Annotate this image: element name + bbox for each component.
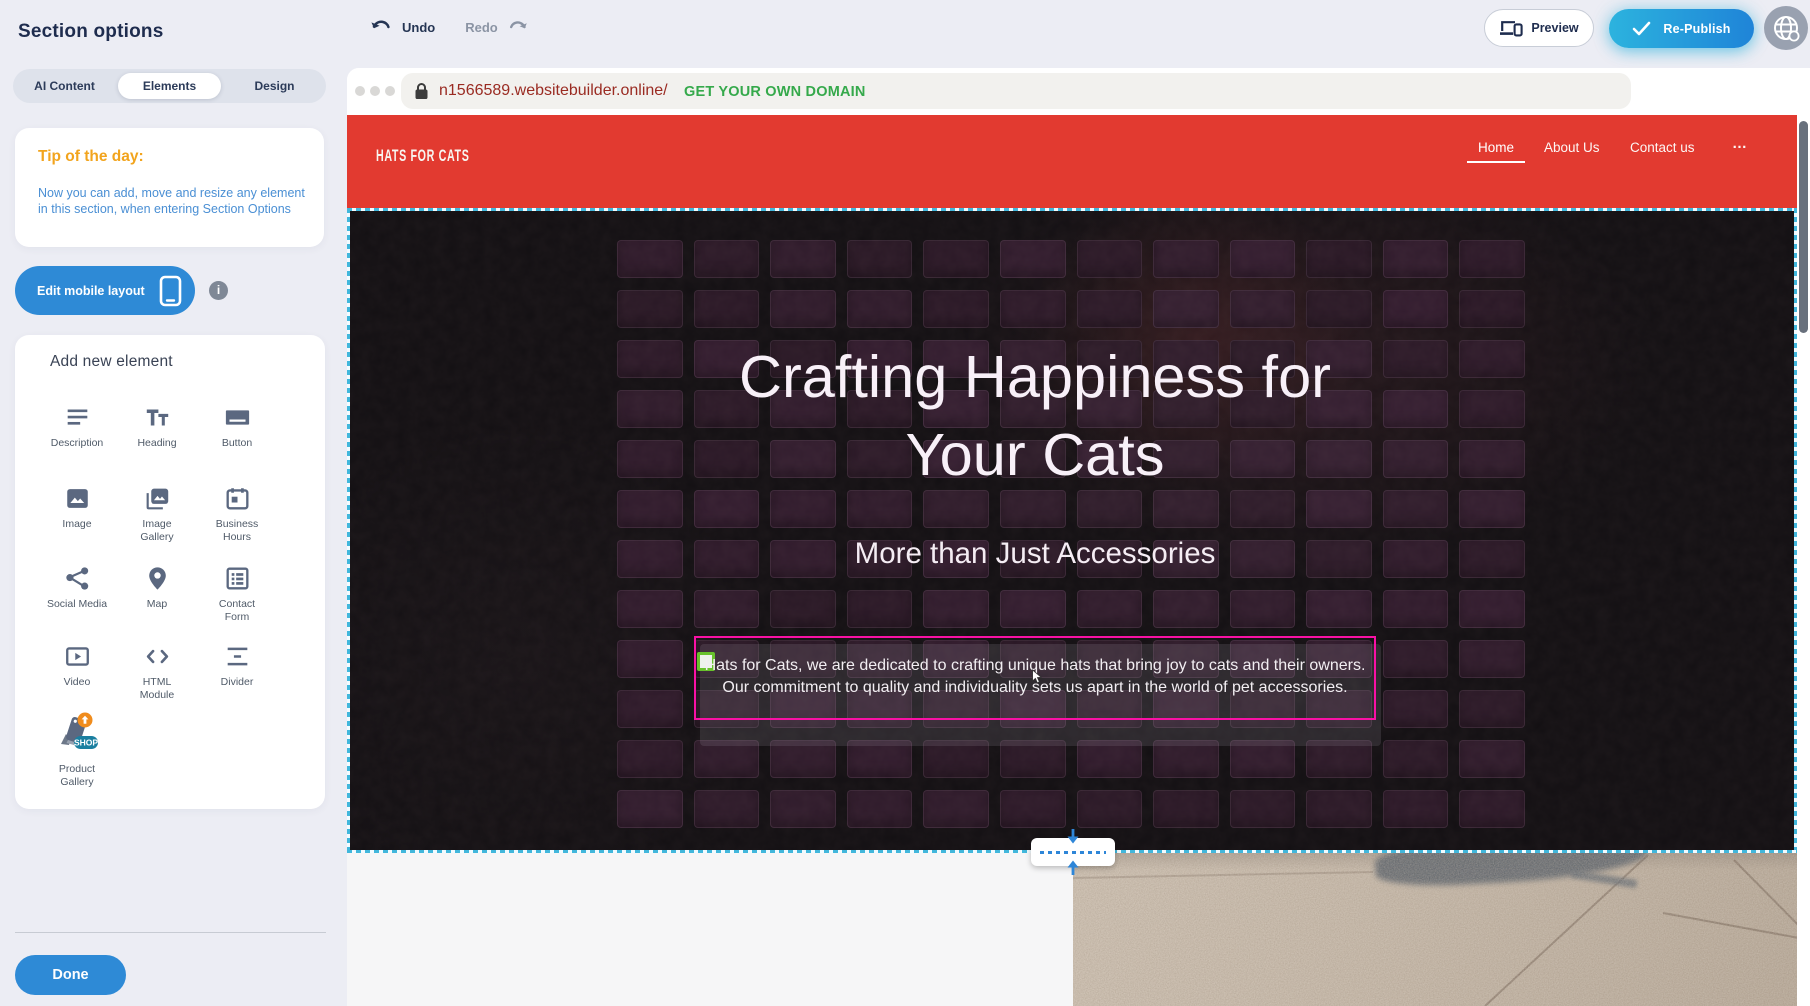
svg-text:SHOP: SHOP: [74, 738, 98, 748]
